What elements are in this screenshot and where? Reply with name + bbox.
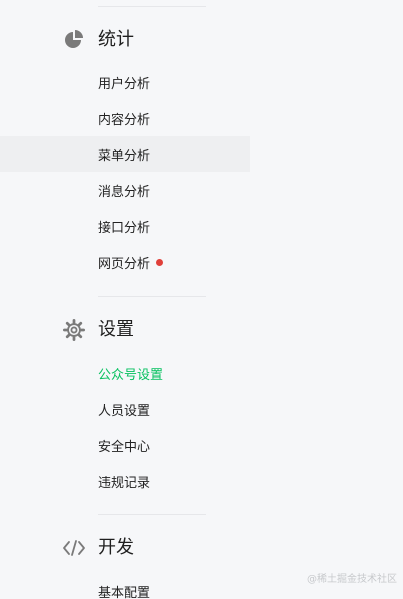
code-icon (62, 536, 86, 560)
notification-dot (156, 258, 164, 266)
sidebar-item-violation-records[interactable]: 违规记录 (0, 463, 250, 499)
sidebar-item-user-analysis[interactable]: 用户分析 (0, 64, 250, 100)
sidebar-item-label: 违规记录 (98, 475, 151, 491)
divider (98, 6, 206, 7)
sidebar-item-api-analysis[interactable]: 接口分析 (0, 208, 250, 244)
sidebar-item-label: 用户分析 (98, 76, 151, 92)
pie-chart-icon (62, 28, 86, 52)
sidebar-item-message-analysis[interactable]: 消息分析 (0, 172, 250, 208)
sidebar-item-label: 消息分析 (98, 184, 151, 200)
sidebar-item-label: 人员设置 (98, 403, 151, 419)
sidebar-item-account-settings[interactable]: 公众号设置 (0, 355, 250, 391)
sidebar-item-basic-config[interactable]: 基本配置 (0, 573, 250, 599)
sidebar-item-staff-settings[interactable]: 人员设置 (0, 391, 250, 427)
watermark: @稀土掘金技术社区 (307, 574, 397, 585)
gear-icon (62, 318, 86, 342)
sidebar-item-content-analysis[interactable]: 内容分析 (0, 100, 250, 136)
section-title-settings: 设置 (98, 319, 134, 340)
sidebar-item-label: 内容分析 (98, 112, 151, 128)
divider (98, 514, 206, 515)
sidebar-menu: 统计 用户分析 内容分析 菜单分析 消息分析 接口分析 网页分析 设置 公众号设… (0, 0, 403, 599)
section-title-develop: 开发 (98, 537, 134, 558)
divider (98, 296, 206, 297)
sidebar-item-label: 接口分析 (98, 220, 151, 236)
sidebar-item-label: 网页分析 (98, 256, 151, 272)
sidebar-item-menu-analysis[interactable]: 菜单分析 (0, 136, 250, 172)
sidebar-item-security-center[interactable]: 安全中心 (0, 427, 250, 463)
sidebar-item-label: 安全中心 (98, 439, 151, 455)
sidebar-item-label: 公众号设置 (98, 367, 164, 383)
section-title-stats: 统计 (98, 29, 134, 50)
sidebar-item-web-analysis[interactable]: 网页分析 (0, 244, 250, 280)
sidebar-item-label: 基本配置 (98, 585, 151, 599)
sidebar-item-label: 菜单分析 (98, 148, 151, 164)
